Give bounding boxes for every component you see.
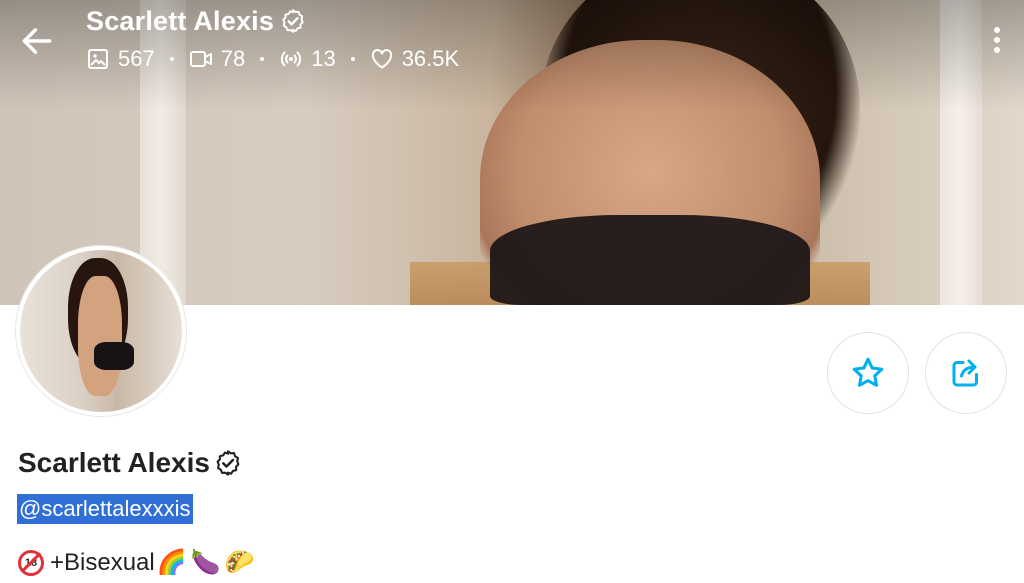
- more-options-button[interactable]: [986, 22, 1008, 58]
- header-name-text: Scarlett Alexis: [86, 5, 275, 36]
- stat-photos-value: 567: [118, 46, 155, 71]
- arrow-left-icon: [22, 28, 52, 54]
- video-icon: [189, 51, 212, 67]
- stat-videos[interactable]: 78: [189, 46, 245, 72]
- header-title: Scarlett Alexis: [86, 4, 306, 38]
- more-vertical-icon: [994, 27, 1000, 53]
- share-button[interactable]: [925, 332, 1007, 414]
- taco-icon: 🌮: [224, 549, 255, 576]
- profile-name: Scarlett Alexis: [18, 447, 242, 479]
- bio: 18 +Bisexual 🌈 🍆 🌮: [18, 548, 256, 577]
- no-under-18-label: 18: [24, 556, 38, 569]
- stat-streams-value: 13: [311, 46, 336, 71]
- stat-photos[interactable]: 567: [86, 46, 155, 72]
- verified-icon: [216, 450, 240, 476]
- share-icon: [952, 359, 978, 387]
- stat-likes-value: 36.5K: [401, 46, 460, 71]
- stat-streams[interactable]: 13: [279, 46, 336, 72]
- avatar[interactable]: [16, 246, 186, 416]
- profile-stats: 567 78 13 36.5K: [86, 46, 459, 72]
- back-button[interactable]: [18, 22, 56, 60]
- heart-icon: [371, 49, 392, 69]
- eggplant-icon: 🍆: [190, 549, 221, 576]
- rainbow-icon: 🌈: [156, 549, 187, 576]
- stat-videos-value: 78: [220, 46, 246, 71]
- no-under-18-icon: 18: [18, 549, 44, 576]
- star-icon: [852, 357, 884, 387]
- avatar-image: [20, 250, 182, 412]
- favorite-button[interactable]: [827, 332, 909, 414]
- profile-name-text: Scarlett Alexis: [18, 447, 210, 478]
- bio-text: +Bisexual: [50, 548, 155, 576]
- verified-icon: [282, 9, 304, 33]
- live-stream-icon: [281, 51, 302, 67]
- stat-likes[interactable]: 36.5K: [370, 46, 460, 72]
- image-icon: [88, 49, 108, 69]
- username-handle[interactable]: @scarlettalexxxis: [17, 494, 193, 524]
